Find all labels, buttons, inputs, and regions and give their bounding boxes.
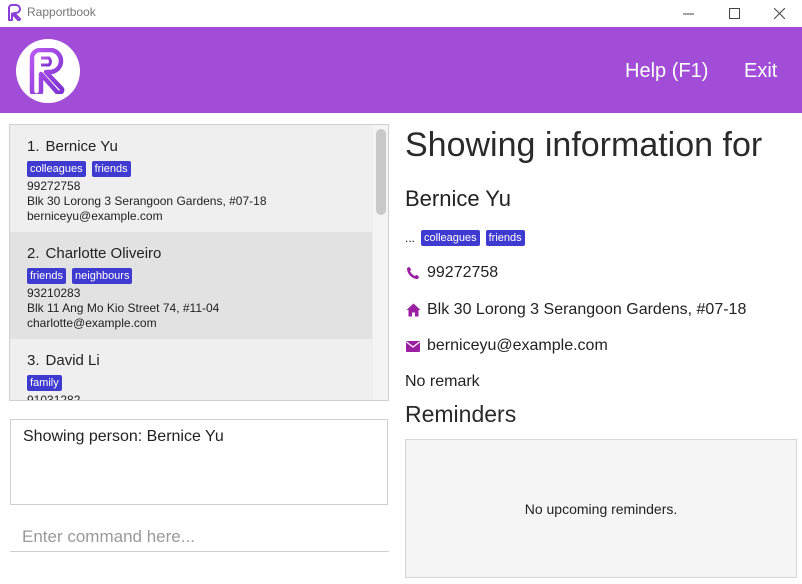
reminders-heading: Reminders [405, 401, 517, 427]
close-icon [773, 8, 785, 19]
person-card-charlotte-oliveiro[interactable]: 2. Charlotte Oliveiro friends neighbours … [10, 232, 372, 339]
detail-phone-row: 99272758 [405, 264, 498, 282]
detail-tags: ... colleagues friends [405, 230, 525, 246]
person-card-bernice-yu[interactable]: 1. Bernice Yu colleagues friends 99272758… [10, 125, 372, 232]
person-card-david-li[interactable]: 3. David Li family 91031282 [10, 339, 372, 401]
person-name: Bernice Yu [45, 138, 118, 155]
tag-label: family [27, 375, 62, 391]
detail-address: Blk 30 Lorong 3 Serangoon Gardens, #07-1… [427, 301, 747, 318]
rapportbook-app-icon [7, 4, 23, 22]
person-phone: 91031282 [27, 393, 81, 401]
person-name: Charlotte Oliveiro [45, 245, 162, 262]
person-index: 1. [27, 138, 40, 155]
close-button[interactable] [756, 0, 802, 27]
reminders-empty-text: No upcoming reminders. [524, 500, 678, 517]
person-list[interactable]: 1. Bernice Yu colleagues friends 99272758… [9, 124, 389, 401]
exit-menu[interactable]: Exit [744, 60, 777, 83]
command-input[interactable] [10, 522, 389, 552]
person-phone: 99272758 [27, 179, 81, 193]
rapportbook-logo-icon [16, 39, 80, 103]
person-phone: 93210283 [27, 286, 81, 300]
window-title: Rapportbook [27, 5, 96, 19]
detail-name: Bernice Yu [405, 186, 512, 211]
person-email: berniceyu@example.com [27, 209, 163, 223]
person-name: David Li [45, 352, 100, 369]
maximize-icon [728, 8, 740, 19]
person-tags: friends neighbours [27, 268, 372, 284]
help-menu[interactable]: Help (F1) [625, 60, 708, 83]
detail-phone: 99272758 [427, 264, 499, 281]
phone-icon [405, 265, 421, 281]
maximize-button[interactable] [711, 0, 757, 27]
tag-label: colleagues [421, 230, 480, 246]
title-bar: Rapportbook [0, 0, 802, 27]
result-display[interactable]: Showing person: Bernice Yu [10, 419, 388, 505]
tag-label: friends [27, 268, 67, 284]
list-scrollbar[interactable] [373, 125, 388, 400]
detail-address-row: Blk 30 Lorong 3 Serangoon Gardens, #07-1… [405, 301, 746, 319]
person-tags: colleagues friends [27, 161, 372, 177]
minimize-icon [682, 13, 694, 15]
person-email: charlotte@example.com [27, 316, 157, 330]
detail-heading: Showing information for [405, 126, 763, 164]
detail-email: berniceyu@example.com [427, 337, 608, 354]
reminders-list[interactable]: No upcoming reminders. [405, 439, 797, 578]
person-index: 2. [27, 245, 40, 262]
person-address: Blk 30 Lorong 3 Serangoon Gardens, #07-1… [27, 194, 267, 208]
person-address: Blk 11 Ang Mo Kio Street 74, #11-04 [27, 301, 220, 315]
scrollbar-thumb[interactable] [376, 129, 386, 215]
minimize-button[interactable] [665, 0, 711, 27]
person-tags: family [27, 375, 372, 391]
detail-remark: No remark [405, 373, 480, 390]
tag-label: friends [91, 161, 131, 177]
detail-email-row: berniceyu@example.com [405, 337, 608, 355]
tags-prefix: ... [405, 231, 416, 245]
app-header: Help (F1) Exit [0, 27, 802, 113]
envelope-icon [405, 338, 421, 354]
tag-label: neighbours [72, 268, 133, 284]
tag-label: friends [485, 230, 525, 246]
tag-label: colleagues [27, 161, 86, 177]
person-index: 3. [27, 352, 40, 369]
home-icon [405, 302, 421, 318]
